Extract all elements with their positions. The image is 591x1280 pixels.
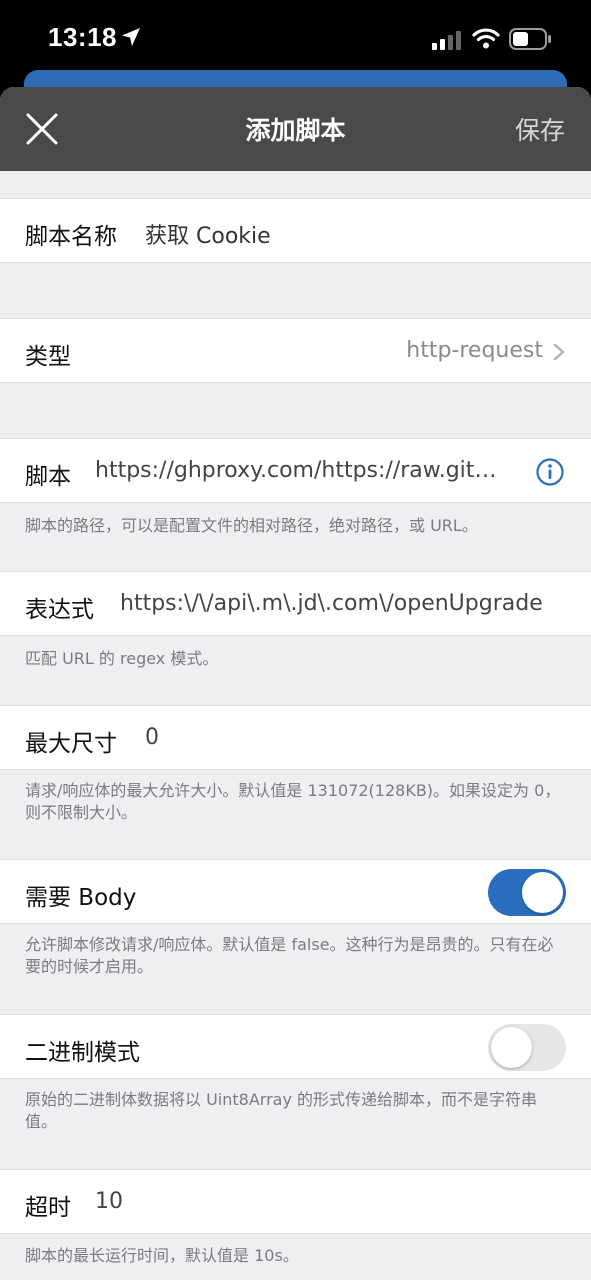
pattern-description: 匹配 URL 的 regex 模式。	[25, 649, 219, 668]
location-arrow-icon	[122, 28, 140, 46]
script-path-label: 脚本	[25, 464, 71, 490]
script-name-row[interactable]: 脚本名称 获取 Cookie	[0, 198, 591, 263]
binary-mode-toggle[interactable]	[488, 1024, 566, 1071]
script-path-row: 脚本 https://ghproxy.com/https://raw.gith.…	[0, 438, 591, 503]
toggle-knob	[522, 872, 563, 913]
max-size-row: 最大尺寸 0	[0, 705, 591, 770]
cellular-signal-icon	[432, 31, 461, 50]
requires-body-description: 允许脚本修改请求/响应体。默认值是 false。这种行为是昂贵的。只有在必要的时…	[25, 935, 554, 976]
requires-body-row: 需要 Body	[0, 859, 591, 924]
chevron-right-icon	[553, 343, 565, 361]
max-size-label: 最大尺寸	[25, 731, 117, 757]
info-icon[interactable]	[535, 457, 565, 487]
type-value: http-request	[406, 338, 543, 363]
script-name-input[interactable]: 获取 Cookie	[145, 218, 271, 250]
type-row[interactable]: 类型 http-request	[0, 318, 591, 383]
requires-body-label: 需要 Body	[25, 885, 137, 911]
save-button[interactable]: 保存	[515, 111, 565, 147]
max-size-input[interactable]: 0	[145, 725, 159, 750]
page-title: 添加脚本	[245, 116, 346, 145]
pattern-row: 表达式 https:\/\/api\.m\.jd\.com\/openUpgra…	[0, 571, 591, 636]
pattern-input[interactable]: https:\/\/api\.m\.jd\.com\/openUpgrade	[120, 591, 570, 616]
script-name-label: 脚本名称	[25, 224, 117, 250]
wifi-icon	[472, 28, 500, 49]
status-time: 13:18	[48, 22, 117, 52]
binary-mode-description: 原始的二进制体数据将以 Uint8Array 的形式传递给脚本，而不是字符串值。	[25, 1090, 538, 1131]
add-script-sheet: 添加脚本 保存 脚本名称 获取 Cookie 类型 http-request 脚…	[0, 87, 591, 1280]
script-path-description: 脚本的路径，可以是配置文件的相对路径，绝对路径，或 URL。	[25, 516, 478, 535]
timeout-label: 超时	[25, 1195, 71, 1221]
requires-body-toggle[interactable]	[488, 869, 566, 916]
binary-mode-label: 二进制模式	[25, 1040, 140, 1066]
timeout-description: 脚本的最长运行时间，默认值是 10s。	[25, 1246, 299, 1265]
binary-mode-row: 二进制模式	[0, 1014, 591, 1079]
script-path-input[interactable]: https://ghproxy.com/https://raw.gith...	[95, 458, 507, 483]
toggle-knob	[491, 1027, 532, 1068]
pattern-label: 表达式	[25, 597, 94, 623]
battery-icon	[509, 28, 551, 50]
max-size-description: 请求/响应体的最大允许大小。默认值是 131072(128KB)。如果设定为 0…	[25, 781, 561, 822]
timeout-row: 超时 10	[0, 1169, 591, 1234]
timeout-input[interactable]: 10	[95, 1189, 123, 1214]
nav-bar: 添加脚本 保存	[0, 87, 591, 171]
status-bar: 13:18	[0, 0, 591, 80]
type-label: 类型	[25, 344, 71, 370]
